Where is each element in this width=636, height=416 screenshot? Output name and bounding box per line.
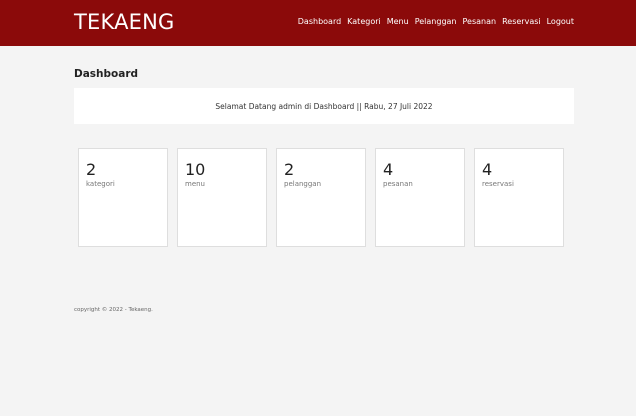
card-label: menu <box>185 180 205 188</box>
nav-link-menu[interactable]: Menu <box>387 17 409 26</box>
card-count: 4 <box>482 160 493 179</box>
card-reservasi[interactable]: 4 reservasi <box>474 148 564 247</box>
card-label: pesanan <box>383 180 413 188</box>
card-label: kategori <box>86 180 115 188</box>
summary-cards: 2 kategori 10 menu 2 pelanggan 4 pesanan… <box>78 148 564 247</box>
welcome-message: Selamat Datang admin di Dashboard || Rab… <box>215 101 433 111</box>
nav-link-pesanan[interactable]: Pesanan <box>463 17 497 26</box>
card-count: 10 <box>185 160 206 179</box>
card-label: pelanggan <box>284 180 322 188</box>
nav-link-pelanggan[interactable]: Pelanggan <box>415 17 457 26</box>
nav-link-dashboard[interactable]: Dashboard <box>298 17 341 26</box>
card-pelanggan[interactable]: 2 pelanggan <box>276 148 366 247</box>
card-label: reservasi <box>482 180 514 188</box>
card-pesanan[interactable]: 4 pesanan <box>375 148 465 247</box>
page-title: Dashboard <box>74 68 139 80</box>
nav-link-logout[interactable]: Logout <box>547 17 574 26</box>
navbar: TEKAENG Dashboard Kategori Menu Pelangga… <box>0 0 636 46</box>
footer-copyright: copyright © 2022 - Tekaeng. <box>74 307 153 313</box>
brand-logo[interactable]: TEKAENG <box>74 10 175 34</box>
nav-link-kategori[interactable]: Kategori <box>347 17 381 26</box>
card-count: 4 <box>383 160 394 179</box>
welcome-panel: Selamat Datang admin di Dashboard || Rab… <box>74 88 574 124</box>
card-count: 2 <box>86 160 97 179</box>
nav-menu: Dashboard Kategori Menu Pelanggan Pesana… <box>298 17 574 26</box>
card-count: 2 <box>284 160 295 179</box>
card-menu[interactable]: 10 menu <box>177 148 267 247</box>
nav-link-reservasi[interactable]: Reservasi <box>502 17 541 26</box>
card-kategori[interactable]: 2 kategori <box>78 148 168 247</box>
